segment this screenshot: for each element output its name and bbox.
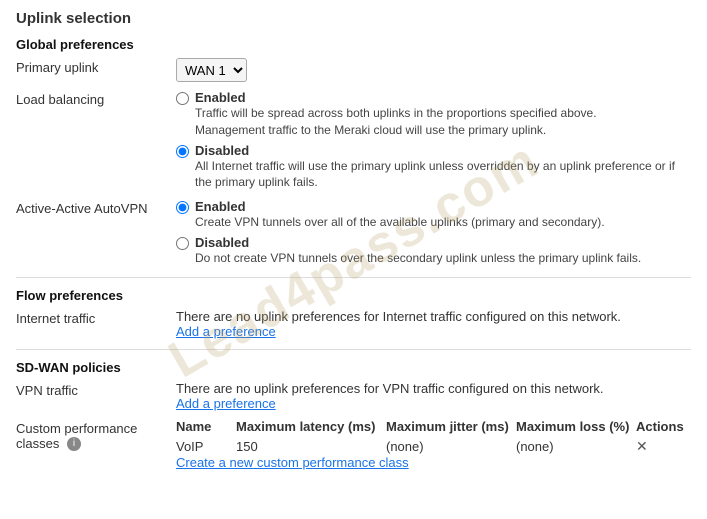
load-balancing-enabled-label: Enabled xyxy=(195,90,597,105)
internet-traffic-content: There are no uplink preferences for Inte… xyxy=(176,309,691,339)
load-balancing-enabled-desc2: Management traffic to the Meraki cloud w… xyxy=(195,122,597,139)
load-balancing-enabled-text: Enabled Traffic will be spread across bo… xyxy=(195,90,597,139)
vpn-traffic-add-link[interactable]: Add a preference xyxy=(176,396,276,411)
load-balancing-content: Enabled Traffic will be spread across bo… xyxy=(176,90,691,191)
autovpn-disabled-item: Disabled Do not create VPN tunnels over … xyxy=(176,235,691,267)
col-header-actions: Actions xyxy=(636,419,707,434)
info-icon[interactable]: i xyxy=(67,437,81,451)
custom-performance-content: Name Maximum latency (ms) Maximum jitter… xyxy=(176,419,707,470)
primary-uplink-row: Primary uplink WAN 1 WAN 2 xyxy=(16,58,691,82)
autovpn-label: Active-Active AutoVPN xyxy=(16,199,176,216)
load-balancing-disabled-radio[interactable] xyxy=(176,145,189,158)
autovpn-content: Enabled Create VPN tunnels over all of t… xyxy=(176,199,691,267)
autovpn-enabled-item: Enabled Create VPN tunnels over all of t… xyxy=(176,199,691,231)
row-name: VoIP xyxy=(176,439,236,454)
divider-2 xyxy=(16,349,691,350)
load-balancing-enabled-radio[interactable] xyxy=(176,92,189,105)
custom-performance-row: Custom performance classes i Name Maximu… xyxy=(16,419,691,470)
primary-uplink-content: WAN 1 WAN 2 xyxy=(176,58,691,82)
sd-wan-policies-header: SD-WAN policies xyxy=(16,360,691,375)
load-balancing-label: Load balancing xyxy=(16,90,176,107)
load-balancing-disabled-desc: All Internet traffic will use the primar… xyxy=(195,158,691,192)
internet-traffic-add-link[interactable]: Add a preference xyxy=(176,324,276,339)
autovpn-disabled-label: Disabled xyxy=(195,235,641,250)
global-preferences-header: Global preferences xyxy=(16,37,691,52)
internet-traffic-label: Internet traffic xyxy=(16,309,176,326)
col-header-max-latency: Maximum latency (ms) xyxy=(236,419,386,434)
table-row: VoIP 150 (none) (none) ✕ xyxy=(176,438,707,455)
vpn-traffic-row: VPN traffic There are no uplink preferen… xyxy=(16,381,691,411)
autovpn-radio-group: Enabled Create VPN tunnels over all of t… xyxy=(176,199,691,267)
col-header-name: Name xyxy=(176,419,236,434)
vpn-traffic-content: There are no uplink preferences for VPN … xyxy=(176,381,691,411)
page-title: Uplink selection xyxy=(16,10,691,27)
load-balancing-enabled-desc1: Traffic will be spread across both uplin… xyxy=(195,105,597,122)
autovpn-disabled-text: Disabled Do not create VPN tunnels over … xyxy=(195,235,641,267)
col-header-max-jitter: Maximum jitter (ms) xyxy=(386,419,516,434)
autovpn-disabled-desc: Do not create VPN tunnels over the secon… xyxy=(195,250,641,267)
load-balancing-disabled-item: Disabled All Internet traffic will use t… xyxy=(176,143,691,192)
load-balancing-disabled-text: Disabled All Internet traffic will use t… xyxy=(195,143,691,192)
primary-uplink-label: Primary uplink xyxy=(16,58,176,75)
internet-traffic-row: Internet traffic There are no uplink pre… xyxy=(16,309,691,339)
custom-performance-table-header: Name Maximum latency (ms) Maximum jitter… xyxy=(176,419,707,434)
col-header-max-loss: Maximum loss (%) xyxy=(516,419,636,434)
autovpn-disabled-radio[interactable] xyxy=(176,237,189,250)
load-balancing-radio-group: Enabled Traffic will be spread across bo… xyxy=(176,90,691,191)
autovpn-row: Active-Active AutoVPN Enabled Create VPN… xyxy=(16,199,691,267)
internet-traffic-no-prefs: There are no uplink preferences for Inte… xyxy=(176,309,691,324)
divider-1 xyxy=(16,277,691,278)
autovpn-enabled-radio[interactable] xyxy=(176,201,189,214)
vpn-traffic-label: VPN traffic xyxy=(16,381,176,398)
vpn-traffic-no-prefs: There are no uplink preferences for VPN … xyxy=(176,381,691,396)
wan-select[interactable]: WAN 1 WAN 2 xyxy=(176,58,247,82)
autovpn-enabled-label: Enabled xyxy=(195,199,605,214)
autovpn-enabled-desc: Create VPN tunnels over all of the avail… xyxy=(195,214,605,231)
row-max-latency: 150 xyxy=(236,439,386,454)
create-performance-class-link[interactable]: Create a new custom performance class xyxy=(176,455,409,470)
row-actions: ✕ xyxy=(636,438,707,455)
delete-row-button[interactable]: ✕ xyxy=(636,438,648,454)
flow-preferences-header: Flow preferences xyxy=(16,288,691,303)
load-balancing-row: Load balancing Enabled Traffic will be s… xyxy=(16,90,691,191)
row-max-loss: (none) xyxy=(516,439,636,454)
load-balancing-disabled-label: Disabled xyxy=(195,143,691,158)
row-max-jitter: (none) xyxy=(386,439,516,454)
load-balancing-enabled-item: Enabled Traffic will be spread across bo… xyxy=(176,90,691,139)
custom-performance-label: Custom performance classes i xyxy=(16,419,176,452)
autovpn-enabled-text: Enabled Create VPN tunnels over all of t… xyxy=(195,199,605,231)
